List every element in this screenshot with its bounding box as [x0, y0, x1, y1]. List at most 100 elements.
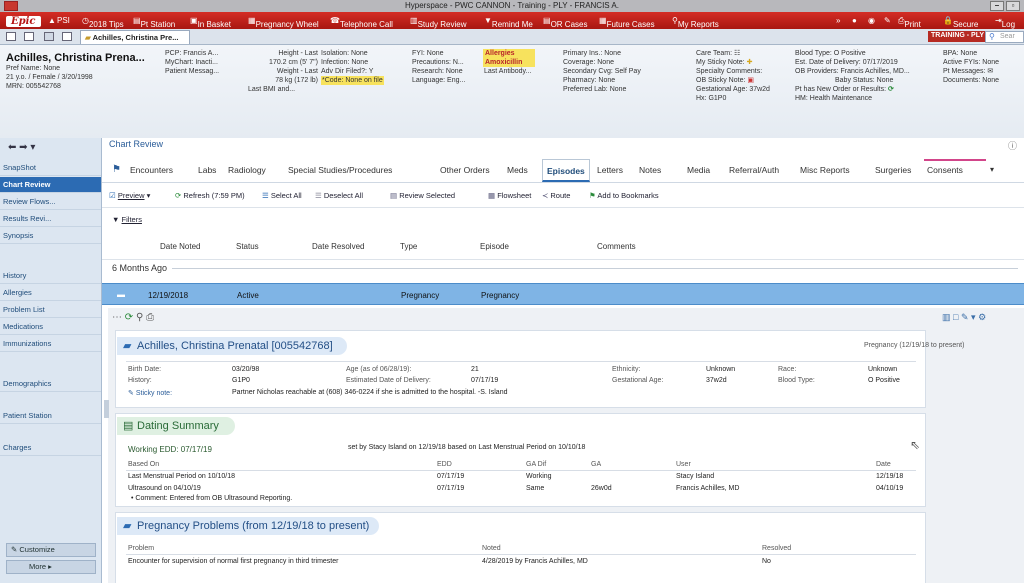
tab-labs[interactable]: Labs [198, 165, 216, 175]
window-title: Hyperspace - PWC CANNON - Training - PLY… [405, 1, 619, 10]
back-forward-icon[interactable]: ⬅ ➡ ▾ [8, 142, 35, 153]
toolbar-study-review[interactable]: ▥ Study Review [410, 16, 466, 29]
split-view-icon[interactable]: ▥ [942, 312, 951, 322]
tab-episodes[interactable]: Episodes [542, 159, 590, 182]
dating-header[interactable]: ▤ Dating Summary [117, 417, 235, 435]
toolbar-in-basket[interactable]: ▣ In Basket [190, 16, 231, 29]
tab-special-studies[interactable]: Special Studies/Procedures [288, 165, 392, 175]
report-settings-icon[interactable]: ⚙ [978, 312, 986, 322]
tab-referral-auth[interactable]: Referral/Auth [729, 165, 779, 175]
tools-icon[interactable]: ✎ [884, 16, 891, 25]
toolbar-tips[interactable]: ◷ 2018 Tips [82, 16, 124, 29]
patient-name[interactable]: Achilles, Christina Prena... [6, 52, 145, 64]
refresh-order-icon[interactable]: ⟳ [888, 86, 894, 93]
care-team-icon[interactable]: ☷ [734, 50, 740, 57]
splitter-handle[interactable] [104, 400, 109, 418]
tab-encounters[interactable]: Encounters [130, 165, 173, 175]
toolbar-or-cases[interactable]: ▤ OR Cases [543, 16, 587, 29]
lookup-icon[interactable] [62, 32, 72, 41]
toolbar-my-reports[interactable]: ⚲ My Reports [672, 16, 719, 29]
refresh-button[interactable]: ⟳ Refresh (7:59 PM) [175, 191, 245, 200]
flowsheet-button[interactable]: ▦ Flowsheet [488, 191, 531, 200]
tab-radiology[interactable]: Radiology [228, 165, 266, 175]
patient-tab[interactable]: ▰ Achilles, Christina Pre... ✕ [80, 30, 190, 55]
sidebar-item-medications[interactable]: Medications [0, 319, 101, 335]
report-menu-icon[interactable]: ⋯ [112, 312, 122, 323]
sidebar-item-review-flows[interactable]: Review Flows... [0, 194, 101, 210]
toolbar-psi[interactable]: PSI [57, 16, 70, 25]
home-icon[interactable] [6, 32, 16, 41]
tab-consents[interactable]: Consents [927, 165, 963, 175]
sidebar-item-charges[interactable]: Charges [0, 440, 101, 456]
problem-name[interactable]: Encounter for supervision of normal firs… [128, 558, 338, 565]
secure-button[interactable]: 🔒 Secure [943, 16, 978, 29]
toolbar-telephone-call[interactable]: ☎ Telephone Call [330, 16, 393, 29]
customize-button[interactable]: ✎ Customize [6, 543, 96, 557]
toolbar-pregnancy-wheel[interactable]: ▦ Pregnancy Wheel [248, 16, 319, 29]
single-view-icon[interactable]: □ [953, 312, 958, 322]
sidebar-item-results-review[interactable]: Results Revi... [0, 211, 101, 227]
tab-other-orders[interactable]: Other Orders [440, 165, 490, 175]
report-tools-icon[interactable]: ✎ ▾ [961, 312, 976, 322]
log-button[interactable]: ⇥ Log [995, 16, 1015, 29]
tab-notes[interactable]: Notes [639, 165, 661, 175]
filters-button[interactable]: ▼ Filters [112, 215, 142, 224]
sidebar-item-history[interactable]: History [0, 268, 101, 284]
tab-media[interactable]: Media [687, 165, 710, 175]
print-button[interactable]: ⎙ Print [898, 16, 921, 29]
route-button[interactable]: ≺ Route [542, 191, 570, 200]
group-divider [172, 268, 1018, 269]
age-value: 21 [471, 366, 479, 373]
prenatal-header[interactable]: ▰ Achilles, Christina Prenatal [00554276… [117, 337, 347, 355]
tab-surgeries[interactable]: Surgeries [875, 165, 911, 175]
col-date-resolved[interactable]: Date Resolved [312, 242, 364, 251]
select-all-button[interactable]: ☰ Select All [262, 191, 302, 200]
tab-meds[interactable]: Meds [507, 165, 528, 175]
preview-button[interactable]: ☑ Preview ▾ [109, 191, 150, 200]
report-refresh-icon[interactable]: ⟳ [125, 312, 133, 323]
more-button[interactable]: More ▸ [6, 560, 96, 574]
sidebar-item-demographics[interactable]: Demographics [0, 376, 101, 392]
toolbar-pt-station[interactable]: ▤ Pt Station [133, 16, 175, 29]
schedule-icon[interactable] [24, 32, 34, 41]
report-print-icon[interactable]: ⎙ [146, 312, 154, 323]
sidebar-item-chart-review[interactable]: Chart Review [0, 177, 101, 193]
tabs-dropdown-icon[interactable]: ▾ [990, 165, 994, 174]
epic-logo-button[interactable]: Epic [6, 16, 41, 27]
allergies-badge[interactable]: Allergies Amoxicillin [483, 49, 535, 67]
group-header: 6 Months Ago [112, 263, 168, 273]
maximize-button[interactable]: ▫ [1006, 1, 1020, 11]
col-date-noted[interactable]: Date Noted [160, 242, 200, 251]
deselect-all-button[interactable]: ☰ Deselect All [315, 191, 363, 200]
report-search-icon[interactable]: ⚲ [136, 312, 143, 323]
help-icon[interactable]: ⓘ [1008, 139, 1017, 152]
ob-sticky-icon[interactable]: ▣ [747, 77, 754, 84]
review-selected-button[interactable]: ▤ Review Selected [390, 191, 455, 200]
minimize-button[interactable]: – [990, 1, 1004, 11]
sidebar-item-patient-station[interactable]: Patient Station [0, 408, 101, 424]
col-status[interactable]: Status [236, 242, 259, 251]
problems-header[interactable]: ▰ Pregnancy Problems (from 12/19/18 to p… [117, 517, 379, 535]
col-type[interactable]: Type [400, 242, 417, 251]
sidebar-item-snapshot[interactable]: SnapShot [0, 160, 101, 176]
toolbar-more-icon[interactable]: » [836, 16, 840, 25]
toolbar-remind-me[interactable]: ▼ Remind Me [484, 16, 533, 29]
settings-icon[interactable]: ◉ [868, 16, 875, 25]
sidebar-item-problem-list[interactable]: Problem List [0, 302, 101, 318]
col-episode[interactable]: Episode [480, 242, 509, 251]
add-bookmarks-button[interactable]: ⚑ Add to Bookmarks [589, 191, 659, 200]
sticky-note-icon[interactable]: ✚ [747, 59, 753, 66]
user-icon[interactable]: ● [852, 16, 857, 25]
toolbar-future-cases[interactable]: ▦ Future Cases [599, 16, 655, 29]
bookmark-icon[interactable]: ⚑ [112, 164, 121, 175]
sidebar-item-synopsis[interactable]: Synopsis [0, 228, 101, 244]
patient-list-icon[interactable] [44, 32, 54, 41]
col-comments[interactable]: Comments [597, 242, 636, 251]
patient-bmi[interactable]: Last BMI and... [248, 85, 295, 94]
sidebar-item-immunizations[interactable]: Immunizations [0, 336, 101, 352]
tab-misc-reports[interactable]: Misc Reports [800, 165, 850, 175]
tab-letters[interactable]: Letters [597, 165, 623, 175]
sticky-note-link[interactable]: ✎ Sticky note: [128, 389, 172, 397]
table-row[interactable]: ▬ 12/19/2018 Active Pregnancy Pregnancy [102, 283, 1024, 305]
sidebar-item-allergies[interactable]: Allergies [0, 285, 101, 301]
